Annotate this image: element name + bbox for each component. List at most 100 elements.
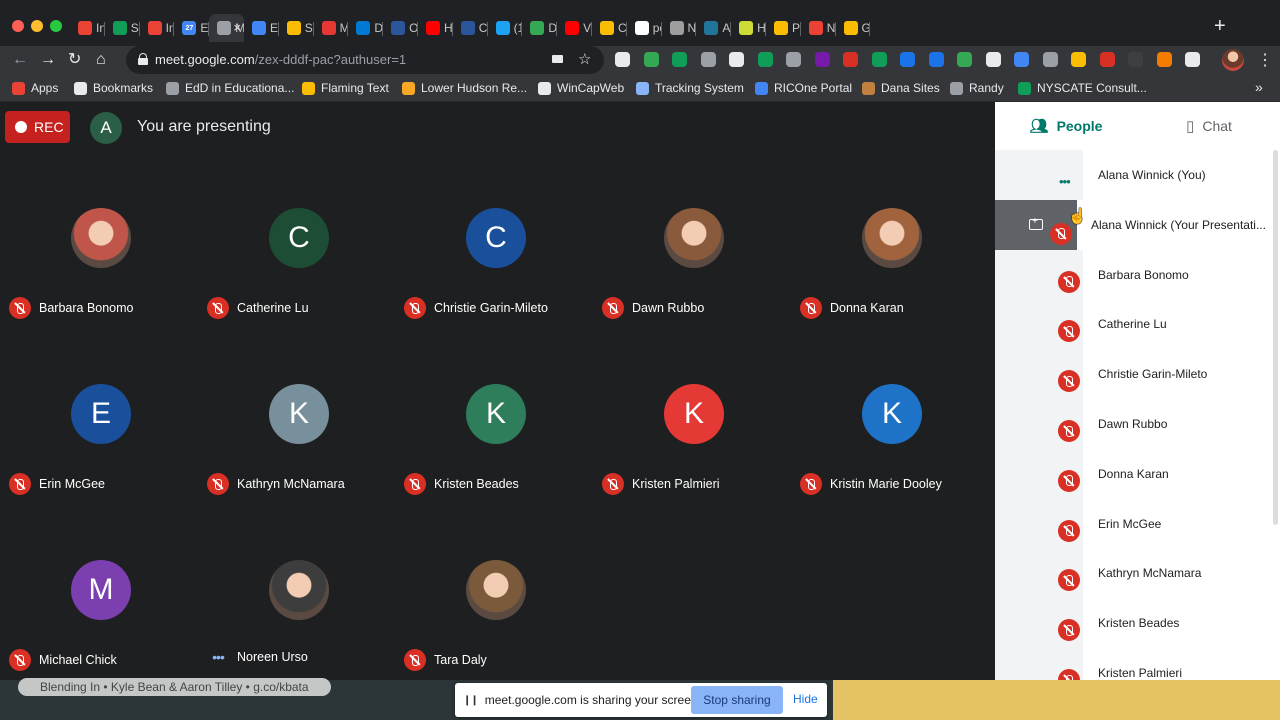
browser-tab[interactable]: Ea bbox=[244, 14, 279, 42]
browser-tab[interactable]: Se bbox=[279, 14, 314, 42]
browser-tab[interactable]: Do bbox=[348, 14, 383, 42]
extension-icon[interactable] bbox=[700, 52, 716, 67]
extension-icon[interactable] bbox=[1042, 52, 1058, 67]
forward-icon[interactable]: → bbox=[40, 50, 56, 70]
maximize-window-button[interactable] bbox=[50, 20, 62, 32]
bookmark-item[interactable]: Apps bbox=[12, 81, 58, 95]
extension-icon[interactable] bbox=[672, 52, 687, 67]
present-screen-icon[interactable] bbox=[1029, 216, 1043, 230]
address-bar[interactable]: meet.google.com/zex-dddf-pac?authuser=1 … bbox=[126, 46, 604, 74]
people-list-item[interactable]: ••• Alana Winnick (You) bbox=[995, 150, 1273, 200]
extension-icon[interactable] bbox=[1156, 52, 1172, 67]
extension-icon[interactable] bbox=[900, 52, 915, 67]
extension-icon[interactable] bbox=[757, 52, 773, 67]
extension-icon[interactable] bbox=[1014, 52, 1029, 67]
back-icon[interactable]: ← bbox=[12, 50, 28, 70]
profile-avatar[interactable] bbox=[1222, 49, 1244, 71]
bookmark-item[interactable]: Bookmarks bbox=[74, 81, 153, 95]
people-list-item[interactable]: Kristen Palmieri bbox=[995, 648, 1273, 680]
participant-avatar: M bbox=[71, 560, 131, 620]
extension-icon[interactable] bbox=[871, 52, 887, 67]
extension-icon[interactable] bbox=[1071, 52, 1086, 67]
people-list-item[interactable]: Kathryn McNamara bbox=[995, 548, 1273, 599]
extension-icon[interactable] bbox=[1185, 52, 1200, 67]
minimize-window-button[interactable] bbox=[31, 20, 43, 32]
extension-icon[interactable] bbox=[1128, 52, 1143, 67]
bookmark-item[interactable]: Tracking System bbox=[636, 81, 744, 95]
bookmark-item[interactable]: WinCapWeb bbox=[538, 81, 624, 95]
bookmark-item[interactable]: RICOne Portal bbox=[755, 81, 852, 95]
browser-tab[interactable]: Ho bbox=[418, 14, 453, 42]
browser-tab[interactable]: pe bbox=[627, 14, 662, 42]
browser-tab[interactable]: Ne bbox=[662, 14, 696, 42]
camera-icon[interactable] bbox=[552, 55, 563, 63]
people-list-item[interactable]: Christie Garin-Mileto bbox=[995, 349, 1273, 400]
youtube-icon bbox=[565, 21, 580, 35]
browser-tab[interactable]: (11 bbox=[488, 14, 522, 42]
browser-tab[interactable]: Sc bbox=[105, 14, 140, 42]
bookmark-star-icon[interactable]: ☆ bbox=[578, 50, 591, 68]
google-icon bbox=[634, 21, 649, 35]
extension-icon[interactable] bbox=[786, 52, 801, 67]
close-window-button[interactable] bbox=[12, 20, 24, 32]
people-list-item[interactable]: Barbara Bonomo bbox=[995, 249, 1273, 300]
extension-icon[interactable] bbox=[729, 52, 744, 67]
bookmark-item[interactable]: EdD in Educationa... bbox=[166, 81, 294, 95]
docs-icon bbox=[251, 21, 266, 35]
browser-tab[interactable]: He bbox=[731, 14, 766, 42]
browser-tab[interactable]: Inb bbox=[140, 14, 174, 42]
browser-tab[interactable]: Ap bbox=[696, 14, 731, 42]
close-tab-icon[interactable]: × bbox=[233, 20, 241, 35]
extension-icon[interactable] bbox=[1099, 52, 1115, 67]
browser-menu-icon[interactable]: ⋮ bbox=[1257, 50, 1273, 70]
people-list-item[interactable]: Kristen Beades bbox=[995, 598, 1273, 649]
browser-tab[interactable]: Mi bbox=[314, 14, 349, 42]
browser-tab[interactable]: On bbox=[383, 14, 418, 42]
people-scrollbar[interactable] bbox=[1273, 150, 1278, 525]
bookmarks-overflow-icon[interactable]: » bbox=[1255, 79, 1263, 95]
browser-tab[interactable]: CC bbox=[592, 14, 627, 42]
chat-icon: ▯ bbox=[1186, 118, 1195, 135]
tab-people[interactable]: 👥︎ People bbox=[995, 102, 1137, 150]
new-tab-button[interactable]: + bbox=[1214, 16, 1226, 36]
extension-icon[interactable] bbox=[957, 52, 972, 67]
extension-icon[interactable] bbox=[615, 52, 630, 67]
bookmark-label: Apps bbox=[31, 81, 59, 95]
browser-tab[interactable]: DF bbox=[522, 14, 557, 42]
participant-name: Kristen Beades bbox=[434, 477, 519, 491]
tab-chat[interactable]: ▯ Chat bbox=[1138, 102, 1280, 150]
extension-icon[interactable] bbox=[843, 52, 858, 67]
bookmark-item[interactable]: Dana Sites bbox=[862, 81, 940, 95]
word-icon bbox=[391, 21, 406, 35]
hide-button[interactable]: Hide bbox=[793, 692, 818, 706]
browser-tab[interactable]: 27Ea bbox=[174, 14, 209, 42]
extension-icon[interactable] bbox=[643, 52, 659, 67]
rec-label: REC bbox=[34, 119, 64, 135]
extension-icon[interactable] bbox=[814, 52, 830, 67]
bookmark-item[interactable]: NYSCATE Consult... bbox=[1018, 81, 1147, 95]
extension-icon[interactable] bbox=[985, 52, 1001, 67]
reload-icon[interactable]: ↻ bbox=[68, 50, 81, 70]
browser-tab[interactable]: Ne bbox=[801, 14, 836, 42]
people-list-item[interactable]: Alana Winnick (Your Presentati... bbox=[995, 199, 1273, 250]
bookmark-item[interactable]: Flaming Text bbox=[302, 81, 389, 95]
stop-sharing-button[interactable]: Stop sharing bbox=[691, 686, 783, 714]
home-icon[interactable]: ⌂ bbox=[96, 50, 106, 70]
bookmark-item[interactable]: Lower Hudson Re... bbox=[402, 81, 527, 95]
browser-tab[interactable]: M × bbox=[209, 14, 244, 42]
people-list-item[interactable]: Donna Karan bbox=[995, 448, 1273, 499]
browser-tab[interactable]: Pe bbox=[766, 14, 801, 42]
browser-tab[interactable]: Vic bbox=[557, 14, 592, 42]
browser-tab[interactable]: Inb bbox=[70, 14, 105, 42]
extension-icon[interactable] bbox=[928, 52, 944, 67]
people-list-item[interactable]: Catherine Lu bbox=[995, 299, 1273, 350]
browser-tab[interactable]: CC bbox=[453, 14, 488, 42]
people-item-name: Dawn Rubbo bbox=[1098, 417, 1168, 431]
bookmark-item[interactable]: Randy bbox=[950, 81, 1004, 95]
tab-label: Mi bbox=[339, 21, 349, 35]
browser-tab[interactable]: Go bbox=[836, 14, 870, 42]
participant-name: Christie Garin-Mileto bbox=[434, 301, 548, 315]
people-list-item[interactable]: Dawn Rubbo bbox=[995, 399, 1273, 449]
sheets-icon bbox=[112, 21, 127, 35]
people-list-item[interactable]: Erin McGee bbox=[995, 498, 1273, 549]
